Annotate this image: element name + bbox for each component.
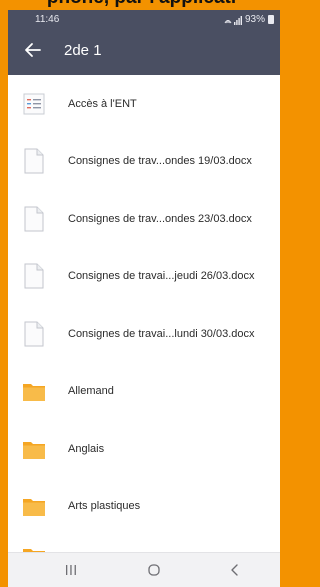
system-nav-bar: [8, 552, 280, 587]
ent-link-icon: [22, 90, 46, 118]
list-item-folder[interactable]: Anglais: [8, 420, 280, 478]
list-item-folder[interactable]: Arts plastiques: [8, 478, 280, 536]
list-item-document[interactable]: Consignes de travai...jeudi 26/03.docx: [8, 248, 280, 306]
signal-icon: [224, 15, 242, 25]
list-item-document[interactable]: Consignes de trav...ondes 23/03.docx: [8, 190, 280, 248]
status-bar: 11:46 93%: [8, 10, 280, 32]
list-item-label: Consignes de travai...lundi 30/03.docx: [68, 327, 255, 340]
list-item-document[interactable]: Consignes de trav...ondes 19/03.docx: [8, 133, 280, 191]
home-icon: [148, 564, 160, 576]
list-item-label: Allemand: [68, 385, 114, 398]
list-item-label: Consignes de trav...ondes 23/03.docx: [68, 212, 252, 225]
status-time: 11:46: [35, 14, 60, 25]
document-icon: [22, 205, 46, 233]
list-item-label: Consignes de travai...jeudi 26/03.docx: [68, 270, 255, 283]
document-icon: [22, 262, 46, 290]
document-icon: [22, 320, 46, 348]
folder-icon: [22, 377, 46, 405]
home-button[interactable]: [134, 553, 174, 587]
list-item-document[interactable]: Consignes de travai...lundi 30/03.docx: [8, 305, 280, 363]
status-indicators: 93%: [224, 14, 274, 25]
list-item-folder[interactable]: Allemand: [8, 363, 280, 421]
app-bar: 11:46 93% 2de 1: [8, 10, 280, 75]
list-item-label: Arts plastiques: [68, 500, 141, 513]
battery-icon: [268, 15, 274, 24]
recent-apps-button[interactable]: [51, 553, 91, 587]
back-button[interactable]: [215, 553, 255, 587]
recent-apps-icon: [66, 565, 76, 575]
folder-icon: [22, 492, 46, 520]
banner-text: phone, par l'applicati: [0, 0, 283, 9]
back-chevron-icon: [231, 564, 238, 576]
arrow-left-icon[interactable]: [23, 40, 43, 60]
list-item-ent[interactable]: Accès à l'ENT: [8, 75, 280, 133]
top-banner: phone, par l'applicati: [0, 0, 283, 10]
folder-icon: [22, 435, 46, 463]
battery-percent: 93%: [244, 14, 265, 25]
document-icon: [22, 147, 46, 175]
phone-screen: 11:46 93% 2de 1 Accès à l'ENT Consignes …: [8, 10, 280, 587]
list-item-label: Accès à l'ENT: [68, 97, 137, 110]
list-item-label: Anglais: [68, 442, 105, 455]
page-title: 2de 1: [64, 42, 102, 59]
file-list: Accès à l'ENT Consignes de trav...ondes …: [8, 75, 280, 553]
list-item-label: Consignes de trav...ondes 19/03.docx: [68, 155, 252, 168]
